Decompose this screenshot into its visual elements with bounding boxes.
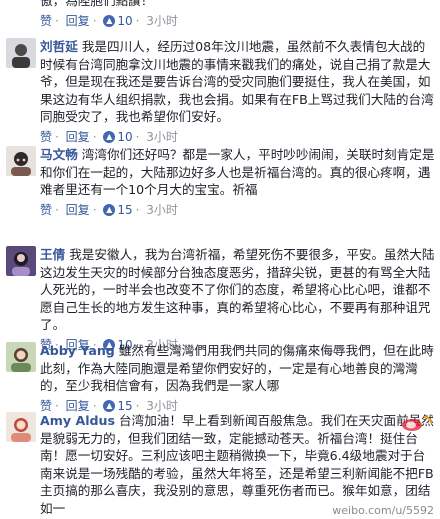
comment-actions: 赞 · 回复 · ▲ 10 · 3小时 <box>40 13 178 28</box>
reply-link[interactable]: 回复 <box>66 14 90 28</box>
like-link[interactable]: 赞 <box>40 203 52 217</box>
thumbs-up-icon: ▲ <box>103 15 116 28</box>
like-link[interactable]: 赞 <box>40 399 52 413</box>
avatar[interactable] <box>6 342 36 372</box>
reply-link[interactable]: 回复 <box>66 130 90 144</box>
comment-time[interactable]: 3小时 <box>146 14 178 28</box>
avatar[interactable] <box>6 246 36 276</box>
like-link[interactable]: 赞 <box>40 130 52 144</box>
thumbs-up-icon: ▲ <box>103 400 116 413</box>
avatar[interactable] <box>6 412 36 442</box>
comment-text: 我是安徽人，我为台湾祈福，希望死伤不要很多，平安。虽然大陆这边发生天灾的时候部分… <box>40 247 435 332</box>
like-count[interactable]: 15 <box>117 399 132 413</box>
like-count[interactable]: 15 <box>117 203 132 217</box>
comment-actions: 赞 · 回复 · ▲ 10 · 3小时 <box>40 129 178 144</box>
comment-text: 台湾加油！早上看到新闻百般焦急。我们在天灾面前虽然是貌弱无力的，但我们团结一致，… <box>40 413 434 516</box>
comment-time[interactable]: 3小时 <box>146 399 178 413</box>
commenter-name[interactable]: 马文畅 <box>40 147 78 162</box>
comment-text: 傲，為陸胞們點讚！ <box>40 0 154 8</box>
commenter-name[interactable]: 刘哲延 <box>40 39 78 54</box>
commenter-name[interactable]: 王倩 <box>40 247 65 262</box>
comment-actions: 赞 · 回复 · ▲ 15 · 3小时 <box>40 202 178 217</box>
thumbs-up-icon: ▲ <box>103 131 116 144</box>
reply-link[interactable]: 回复 <box>66 399 90 413</box>
comment-time[interactable]: 3小时 <box>146 130 178 144</box>
like-count[interactable]: 10 <box>117 130 132 144</box>
comment-time[interactable]: 3小时 <box>146 203 178 217</box>
avatar[interactable] <box>6 38 36 68</box>
watermark: weibo.com/u/5592 <box>332 504 434 517</box>
comment-text: 湾湾你们还好吗？都是一家人，平时吵吵闹闹，关联时刻肯定是和你们在一起的，大陆那边… <box>40 147 435 197</box>
weibo-logo-icon <box>400 414 436 432</box>
avatar[interactable] <box>6 146 36 176</box>
comment-text: 我是四川人，经历过08年汶川地震，虽然前不久表情包大战的时候有台湾同胞拿汶川地震… <box>40 39 434 124</box>
like-link[interactable]: 赞 <box>40 14 52 28</box>
like-count[interactable]: 10 <box>117 14 132 28</box>
commenter-name[interactable]: Amy Aldus <box>40 413 115 428</box>
commenter-name[interactable]: Abby Yang <box>40 343 115 358</box>
thumbs-up-icon: ▲ <box>103 204 116 217</box>
reply-link[interactable]: 回复 <box>66 203 90 217</box>
